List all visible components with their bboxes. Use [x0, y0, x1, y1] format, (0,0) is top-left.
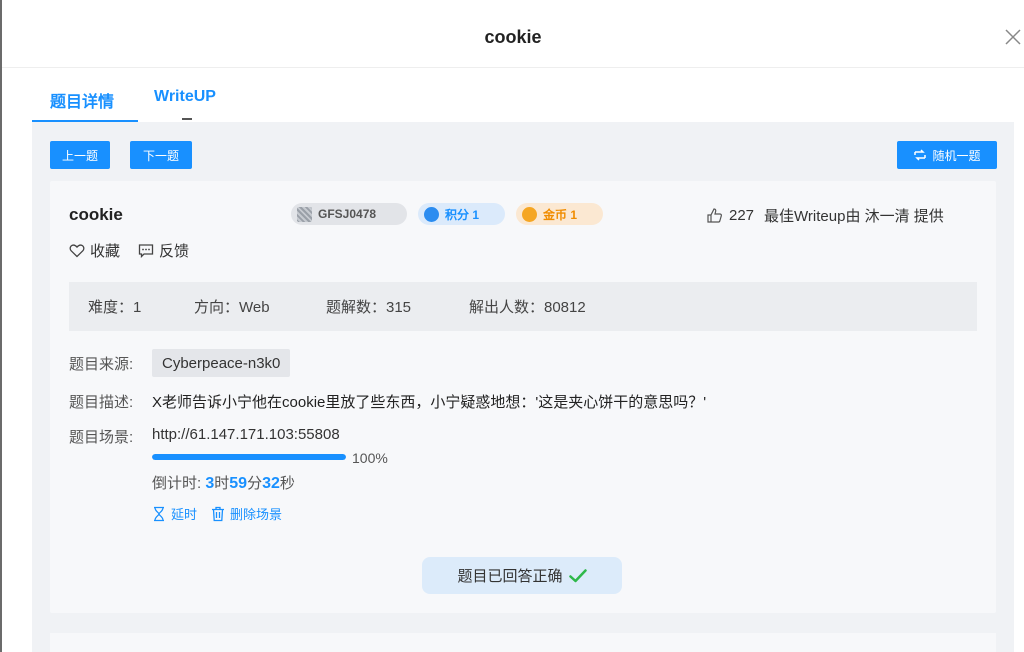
scene-url-link[interactable]: http://61.147.171.103:55808	[152, 426, 340, 443]
extend-time-button[interactable]: 延时	[152, 504, 197, 523]
countdown-hours: 3	[205, 475, 215, 492]
countdown-minutes: 59	[229, 475, 248, 492]
next-task-button[interactable]: 下一题	[130, 141, 192, 169]
checkmark-icon	[568, 568, 587, 582]
scene-progress-bar	[152, 454, 346, 460]
feedback-icon	[138, 244, 154, 258]
countdown-seconds: 32	[262, 475, 280, 492]
description-label: 题目描述:	[69, 394, 134, 411]
close-icon[interactable]	[1004, 28, 1022, 46]
score-text: 积分 1	[445, 207, 480, 222]
solved-status: 题目已回答正确	[422, 557, 622, 594]
extend-time-label: 延时	[171, 507, 198, 522]
countdown-timer: 倒计时: 3时59分32秒	[152, 472, 295, 493]
score-icon	[424, 206, 439, 222]
task-actions: 收藏 反馈	[69, 240, 189, 261]
source-value: Cyberpeace-n3k0	[152, 349, 291, 377]
thumbs-up-icon[interactable]	[706, 207, 723, 224]
hourglass-icon	[154, 506, 164, 521]
likes-count: 227	[729, 207, 755, 224]
task-stats-bar: 难度：1 方向：Web 题解数：315 解出人数：80812	[69, 282, 977, 331]
favorite-button[interactable]: 收藏	[69, 240, 120, 261]
feedback-label: 反馈	[159, 243, 190, 260]
heart-icon	[69, 244, 85, 258]
random-task-label: 随机一题	[932, 148, 981, 163]
coin-badge: 金币 1	[516, 203, 603, 225]
coin-text: 金币 1	[543, 207, 578, 222]
tab-writeup[interactable]: WriteUP	[154, 88, 216, 106]
best-writeup-text[interactable]: 最佳Writeup由 沐一清 提供	[764, 205, 944, 226]
favorite-label: 收藏	[90, 243, 121, 260]
feedback-button[interactable]: 反馈	[138, 240, 189, 261]
scene-actions: 延时 删除场景	[152, 504, 282, 523]
delete-scene-label: 删除场景	[230, 507, 283, 522]
random-task-button[interactable]: 随机一题	[897, 141, 997, 169]
countdown-seconds-unit: 秒	[279, 475, 295, 492]
trash-icon	[212, 506, 225, 521]
solvers-stat: 解出人数：80812	[469, 299, 586, 316]
scene-progress-fill	[152, 454, 346, 460]
likes-info: 227 最佳Writeup由 沐一清 提供	[706, 205, 944, 226]
task-id-icon	[297, 206, 312, 222]
modal-title: cookie	[484, 27, 542, 47]
tab-details[interactable]: 题目详情	[50, 88, 114, 112]
source-label: 题目来源:	[69, 356, 134, 373]
secondary-card	[50, 633, 996, 652]
countdown-prefix: 倒计时:	[152, 475, 206, 492]
difficulty-stat: 难度：1	[88, 299, 142, 316]
tab-bar: 题目详情 WriteUP	[2, 68, 1024, 122]
scene-label: 题目场景:	[69, 429, 134, 446]
task-id-badge: GFSJ0478	[291, 203, 407, 225]
countdown-minutes-unit: 分	[247, 475, 263, 492]
shuffle-icon	[914, 149, 927, 161]
task-id-text: GFSJ0478	[318, 207, 377, 221]
solved-label: 题目已回答正确	[457, 568, 563, 585]
solutions-stat: 题解数：315	[326, 299, 412, 316]
tab-divider	[182, 118, 192, 120]
modal-header: cookie	[2, 0, 1024, 68]
countdown-hours-unit: 时	[214, 475, 230, 492]
direction-stat: 方向：Web	[194, 299, 270, 316]
score-badge: 积分 1	[418, 203, 505, 225]
delete-scene-button[interactable]: 删除场景	[211, 504, 282, 523]
task-name: cookie	[69, 205, 123, 224]
prev-task-button[interactable]: 上一题	[50, 141, 110, 169]
scene-progress-text: 100%	[352, 450, 388, 466]
description-text: X老师告诉小宁他在cookie里放了些东西，小宁疑惑地想：'这是夹心饼干的意思吗…	[152, 394, 707, 411]
coin-icon	[522, 206, 537, 222]
